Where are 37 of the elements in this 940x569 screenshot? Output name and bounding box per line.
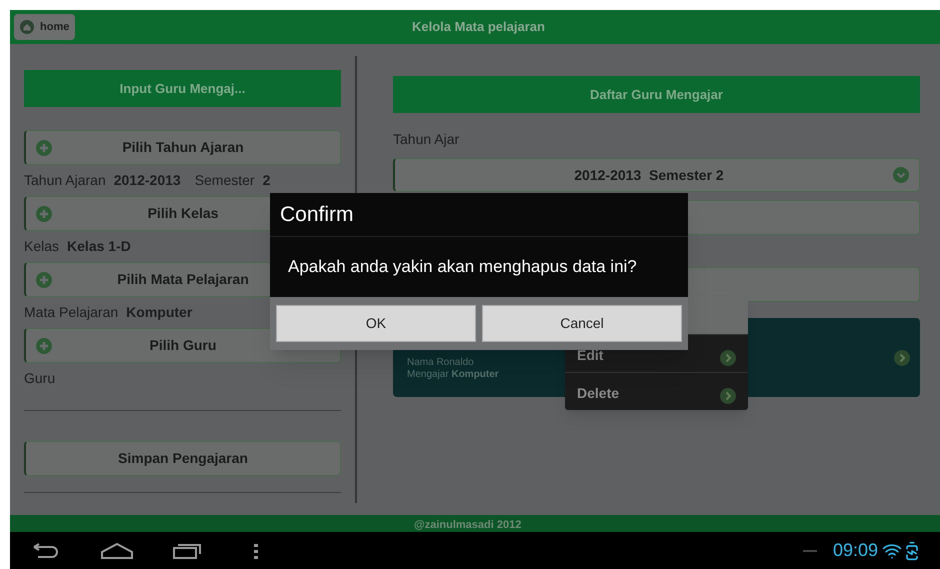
menu-item[interactable]: Delete [565, 372, 748, 410]
dialog-button[interactable]: OK [276, 305, 476, 342]
plus-circle-icon [36, 272, 52, 288]
home-icon[interactable] [100, 542, 134, 560]
dialog-title: Confirm [270, 193, 688, 237]
clock: 09:09 [832, 539, 878, 562]
plus-circle-icon [36, 140, 52, 156]
window-title: Kelola Mata pelajaran [412, 18, 545, 36]
card-text: Mengajar Komputer [407, 369, 499, 381]
field-label: Tahun Ajar [393, 130, 460, 149]
card-text: Nama Ronaldo [407, 357, 475, 369]
dialog-button[interactable]: Cancel [482, 305, 682, 342]
field-value: Kelas 1-D [67, 237, 131, 256]
panel-header: Daftar Guru Mengajar [393, 76, 920, 113]
plus-circle-icon [36, 338, 52, 354]
footer-text: @zainulmasadi 2012 [414, 518, 522, 532]
recent-apps-icon[interactable] [172, 542, 202, 560]
field-value: 2012-2013 [114, 171, 181, 190]
home-button[interactable]: home [14, 14, 76, 40]
chevron-right-icon [720, 350, 736, 366]
menu-icon[interactable] [254, 542, 258, 558]
field-label: Guru [24, 369, 56, 388]
field-label: Mata Pelajaran [24, 303, 118, 322]
chevron-right-icon [894, 350, 910, 366]
home-icon [20, 20, 34, 34]
year-select[interactable]: 2012-2013 Semester 2 [393, 158, 920, 192]
chevron-right-icon [720, 388, 736, 404]
pick-button[interactable]: Pilih Tahun Ajaran [24, 130, 341, 165]
field-label: Tahun Ajaran [24, 171, 106, 190]
field-value: 2 [262, 171, 270, 190]
panel-header: Input Guru Mengaj... [24, 70, 341, 107]
chevron-down-icon [893, 167, 909, 183]
field-value: Komputer [126, 303, 192, 322]
save-button[interactable]: Simpan Pengajaran [24, 441, 341, 476]
field-label: Kelas [24, 237, 60, 256]
plus-circle-icon [36, 206, 52, 222]
field-label: Semester [194, 171, 255, 190]
